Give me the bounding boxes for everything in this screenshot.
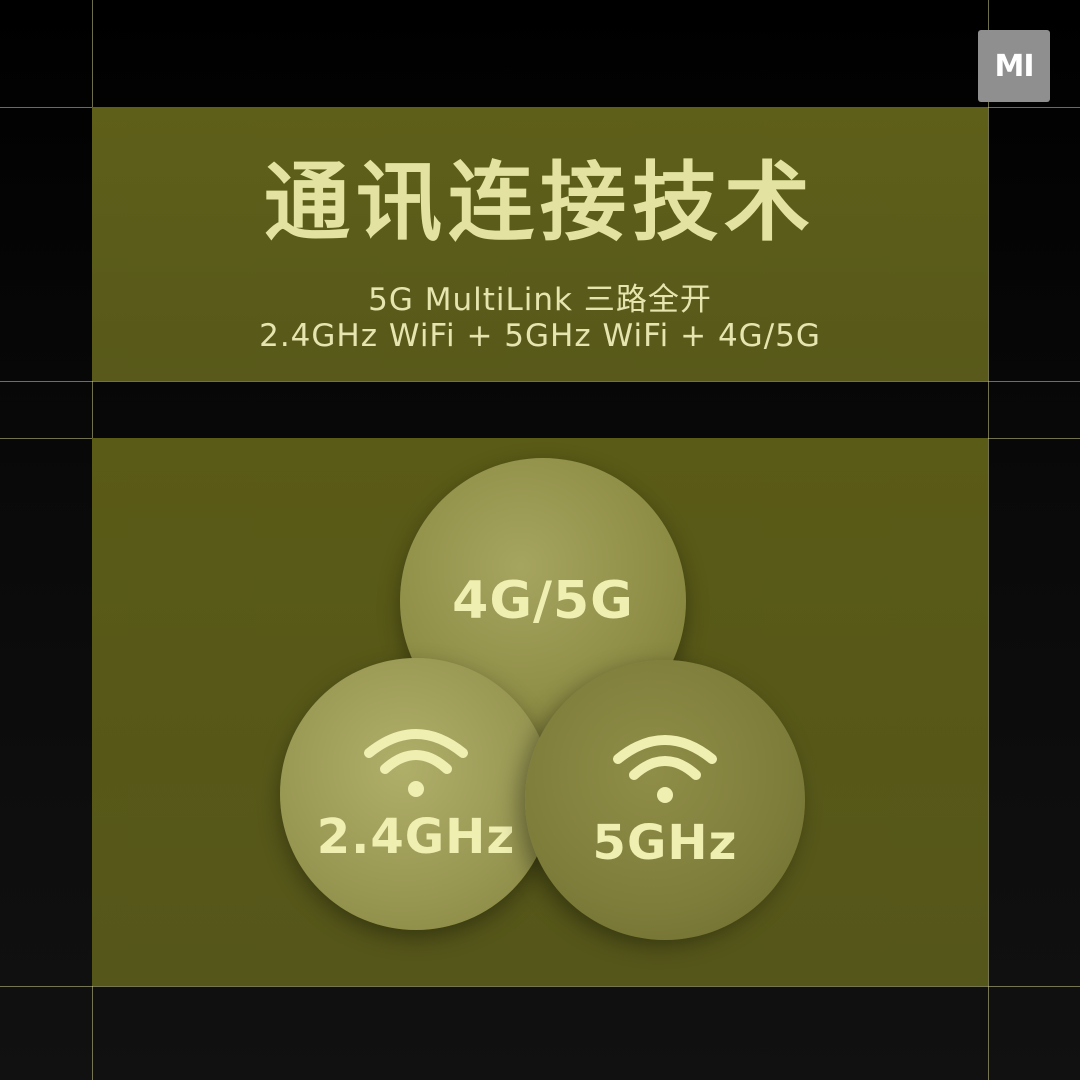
cellular-label: 4G/5G	[452, 571, 634, 631]
wifi-5ghz-label: 5GHz	[592, 815, 738, 871]
wifi-24ghz-bubble: 2.4GHz	[280, 658, 552, 930]
wifi-24ghz-label: 2.4GHz	[316, 809, 516, 865]
page-title: 通讯连接技术	[264, 153, 816, 253]
wifi-5ghz-bubble: 5GHz	[525, 660, 805, 940]
mi-logo: MI	[978, 30, 1050, 102]
logo-text: MI	[994, 48, 1034, 84]
guide-line	[0, 381, 1080, 382]
guide-line	[0, 986, 1080, 987]
subtitle-line-1: 5G MultiLink 三路全开	[368, 282, 712, 318]
guide-line	[988, 0, 989, 1080]
wifi-icon	[613, 735, 717, 803]
subtitle-line-2: 2.4GHz WiFi + 5GHz WiFi + 4G/5G	[259, 318, 821, 354]
wifi-icon	[364, 729, 468, 797]
